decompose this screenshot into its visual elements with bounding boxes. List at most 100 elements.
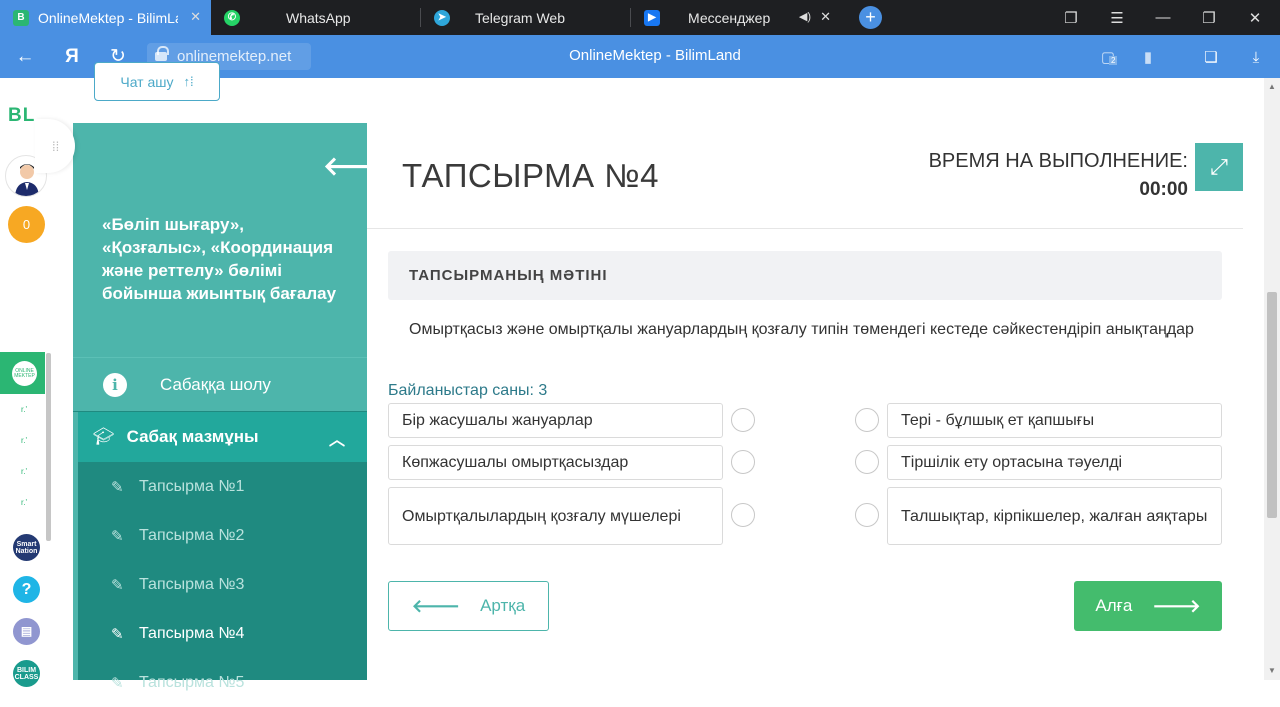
task-text-heading: ТАПСЫРМАНЫҢ МӘТІНІ (409, 267, 608, 284)
bilim-class-icon[interactable]: BILIM CLASS (13, 660, 40, 687)
tab-label: Telegram Web (475, 9, 566, 26)
close-window-icon[interactable]: ✕ (1232, 0, 1278, 35)
sidebar-collapse-handle[interactable]: ⁞⁞ (35, 119, 75, 173)
arrow-left-icon: 🡐 (411, 595, 461, 616)
fullscreen-button[interactable]: ⤢ (1195, 143, 1243, 191)
browser-tab-bar: B OnlineMektep - BilimLan ✕ ✆ WhatsApp ➤… (0, 0, 1280, 35)
tab-label: WhatsApp (286, 9, 351, 26)
arrow-right-icon: 🡒 (1152, 595, 1201, 616)
right-connector-radio[interactable] (855, 408, 879, 432)
coins-badge[interactable]: 0 (8, 206, 45, 243)
sidebar-item-task-2[interactable]: ✎ Тапсырма №2 (78, 511, 367, 560)
timer-value: 00:00 (1139, 179, 1188, 200)
sidebar-item-task-1[interactable]: ✎ Тапсырма №1 (78, 462, 367, 511)
graduation-cap-icon: 🎓︎ (93, 427, 115, 446)
right-connector-radio[interactable] (855, 503, 879, 527)
sidebar-item-task-3[interactable]: ✎ Тапсырма №3 (78, 560, 367, 609)
new-tab-button[interactable]: + (859, 6, 882, 29)
close-icon[interactable]: ✕ (820, 9, 831, 25)
collections-icon[interactable]: ❏ (1201, 47, 1221, 67)
bilimland-logo[interactable]: BL (8, 105, 35, 127)
left-option[interactable]: Омыртқалылардың қозғалу мүшелері (388, 487, 723, 545)
divider (367, 228, 1243, 229)
timer-label: ВРЕМЯ НА ВЫПОЛНЕНИЕ: (928, 150, 1188, 172)
tabs-counter-icon[interactable]: ▢ 2 (1098, 47, 1118, 67)
library-icon[interactable]: ▤ (13, 618, 40, 645)
task-text-header: ТАПСЫРМАНЫҢ МӘТІНІ (388, 251, 1222, 300)
sidebar-item-label: Тапсырма №2 (139, 526, 245, 544)
tab-messenger[interactable]: ▶ Мессенджер ◀) ✕ (631, 0, 841, 35)
course-header: 🡐 «Бөліп шығару», «Қозғалыс», «Координац… (73, 123, 393, 357)
tab-whatsapp[interactable]: ✆ WhatsApp (211, 0, 421, 35)
restore-icon[interactable]: ❐ (1186, 0, 1232, 35)
mini-link[interactable]: r.' (21, 498, 27, 507)
chat-label: Чат ашу (120, 73, 174, 90)
edit-icon: ✎ (111, 625, 124, 643)
minimize-icon[interactable]: — (1140, 0, 1186, 35)
scroll-down-icon[interactable]: ▼ (1268, 666, 1276, 675)
tab-onlinemektep[interactable]: B OnlineMektep - BilimLan ✕ (0, 0, 211, 35)
chat-icon: ↑⁞ (183, 74, 194, 89)
tab-telegram[interactable]: ➤ Telegram Web (421, 0, 631, 35)
onlinemektep-badge[interactable]: ONLINE MEKTEP (0, 352, 45, 394)
whatsapp-icon: ✆ (224, 9, 240, 26)
sidebar-item-label: Тапсырма №5 (139, 673, 245, 691)
sidebar-item-label: Тапсырма №1 (139, 477, 245, 495)
tab-label: Мессенджер (688, 9, 771, 26)
sidebar-item-label: Тапсырма №3 (139, 575, 245, 593)
menu-icon[interactable]: ☰ (1094, 0, 1140, 35)
course-sidebar: 🡐 «Бөліп шығару», «Қозғалыс», «Координац… (73, 123, 393, 692)
sidebar-item-task-4[interactable]: ✎ Тапсырма №4 (78, 609, 367, 658)
edit-icon: ✎ (111, 576, 124, 594)
tab-label: OnlineMektep - BilimLan (38, 9, 178, 26)
page-scrollbar[interactable]: ▲ ▼ (1264, 78, 1280, 680)
sidebar-item-content[interactable]: 🎓︎ Сабақ мазмұны ︿ (78, 412, 367, 462)
right-option[interactable]: Тіршілік ету ортасына тәуелді (887, 445, 1222, 480)
next-button[interactable]: Алға 🡒 (1074, 581, 1222, 631)
mini-link[interactable]: r.' (21, 436, 27, 445)
edit-icon: ✎ (111, 527, 124, 545)
right-option[interactable]: Талшықтар, кірпікшелер, жалған аяқтары (887, 487, 1222, 545)
left-option[interactable]: Бір жасушалы жануарлар (388, 403, 723, 438)
lesson-page: Чат ашу ↑⁞ 🡐 «Бөліп шығару», «Қозғалыс»,… (73, 62, 1243, 692)
tabs-overview-icon[interactable]: ❐ (1048, 0, 1094, 35)
smart-nation-icon[interactable]: Smart Nation (13, 534, 40, 561)
speaker-icon[interactable]: ◀) (799, 10, 811, 23)
onlinemektep-logo: ONLINE MEKTEP (12, 361, 37, 386)
sidebar-item-label: Сабаққа шолу (160, 374, 271, 394)
left-connector-radio[interactable] (731, 503, 755, 527)
messenger-icon: ▶ (644, 9, 660, 26)
question-text: Омыртқасыз және омыртқалы жануарлардың қ… (409, 321, 1194, 338)
sidebar-item-task-5[interactable]: ✎ Тапсырма №5 (78, 658, 367, 707)
right-connector-radio[interactable] (855, 450, 879, 474)
sidebar-scrollbar[interactable] (46, 353, 51, 541)
sidebar-item-overview[interactable]: i Сабаққа шолу (73, 357, 367, 411)
help-icon[interactable]: ? (13, 576, 40, 603)
open-chat-button[interactable]: Чат ашу ↑⁞ (94, 62, 220, 101)
left-connector-radio[interactable] (731, 450, 755, 474)
mini-link[interactable]: r.' (21, 405, 27, 414)
left-option[interactable]: Көпжасушалы омыртқасыздар (388, 445, 723, 480)
scroll-up-icon[interactable]: ▲ (1268, 82, 1276, 91)
task-title: ТАПСЫРМА №4 (402, 157, 660, 194)
edit-icon: ✎ (111, 674, 124, 692)
next-button-label: Алға (1095, 596, 1133, 615)
scrollbar-thumb[interactable] (1267, 292, 1277, 518)
expand-icon: ⤢ (1210, 154, 1228, 179)
edit-icon: ✎ (111, 478, 124, 496)
bilimland-favicon-icon: B (13, 9, 29, 26)
back-button[interactable]: 🡐 Артқа (388, 581, 549, 631)
back-button-label: Артқа (480, 596, 526, 615)
sidebar-item-label: Сабақ мазмұны (126, 427, 259, 446)
bookmark-icon[interactable]: ▮ (1138, 47, 1158, 67)
mini-link[interactable]: r.' (21, 467, 27, 476)
telegram-icon: ➤ (434, 9, 450, 26)
right-option[interactable]: Тері - бұлшық ет қапшығы (887, 403, 1222, 438)
close-icon[interactable]: ✕ (190, 9, 201, 25)
course-title: «Бөліп шығару», «Қозғалыс», «Координация… (102, 215, 337, 303)
chevron-up-icon[interactable]: ︿ (329, 426, 345, 450)
connections-count: Байланыстар саны: 3 (388, 382, 548, 399)
tab-count-badge: 2 (1109, 56, 1118, 65)
download-icon[interactable]: ⤓ (1246, 47, 1266, 67)
left-connector-radio[interactable] (731, 408, 755, 432)
